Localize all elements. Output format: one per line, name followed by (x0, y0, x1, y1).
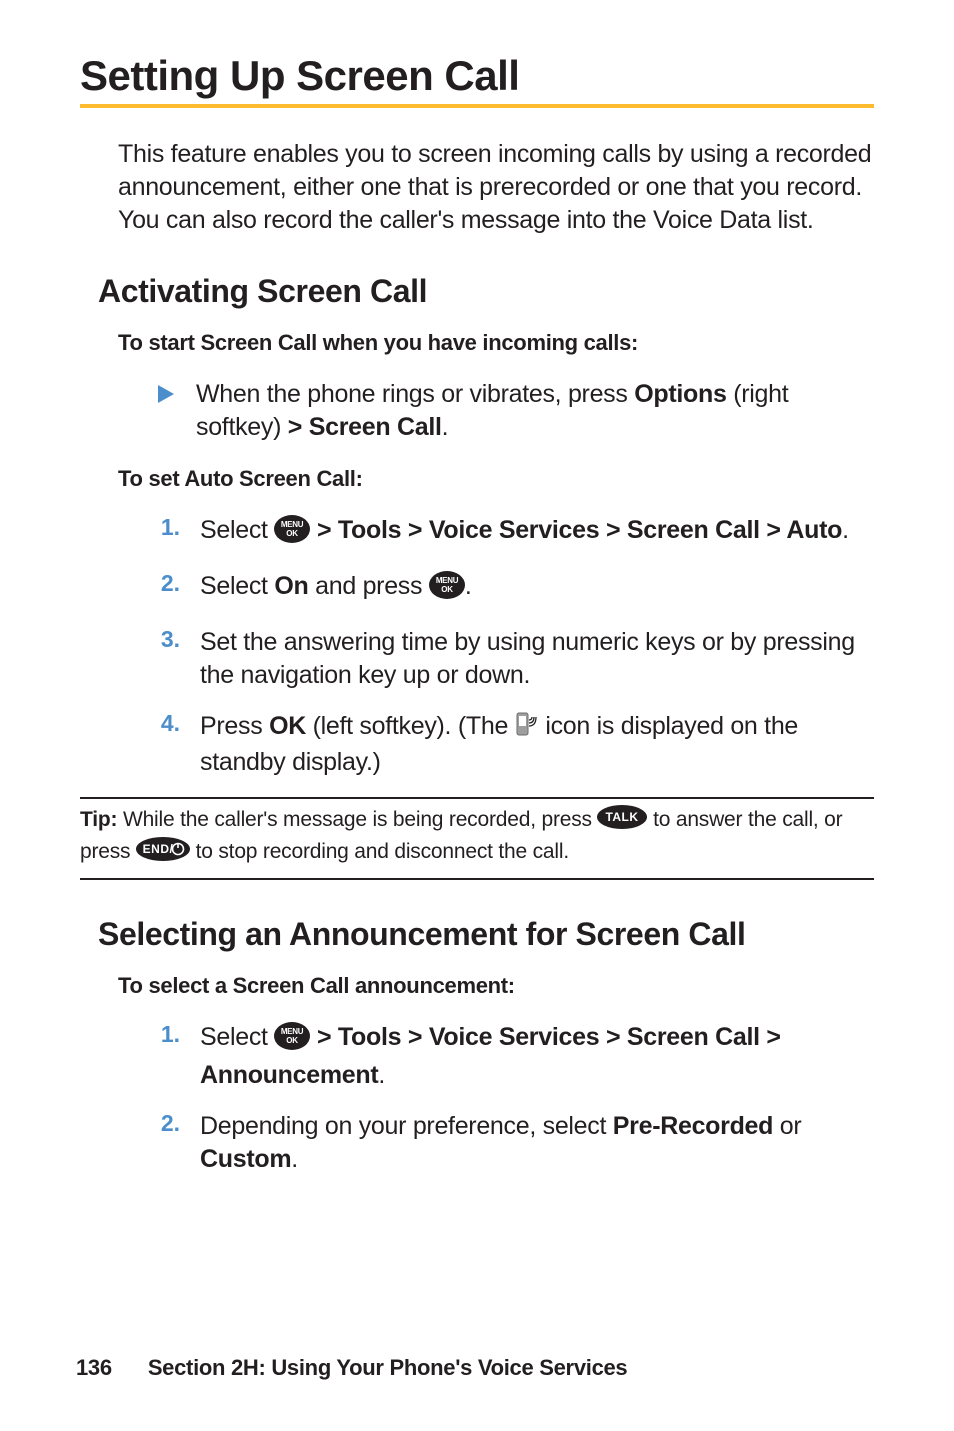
tip-block: Tip: While the caller's message is being… (80, 803, 874, 872)
text-fragment: . (842, 516, 849, 544)
step-text: Depending on your preference, select Pre… (200, 1110, 874, 1176)
step-text: Press OK (left softkey). (The icon is di… (200, 710, 874, 779)
text-fragment: Select (200, 1023, 274, 1051)
text-fragment: . (442, 413, 449, 441)
bullet-start-screen-call: When the phone rings or vibrates, press … (158, 378, 874, 444)
screen-call-icon (515, 711, 539, 746)
custom-label: Custom (200, 1145, 291, 1173)
ordered-list-auto: 1. Select > Tools > Voice Services > Scr… (80, 514, 874, 779)
page-footer: 136 Section 2H: Using Your Phone's Voice … (76, 1355, 627, 1381)
text-fragment: Select (200, 572, 274, 600)
bullet-text: When the phone rings or vibrates, press … (196, 378, 874, 444)
list-item: 1. Select > Tools > Voice Services > Scr… (156, 514, 874, 552)
text-fragment: Select (200, 516, 274, 544)
menu-ok-icon (274, 1022, 310, 1059)
step-text: Set the answering time by using numeric … (200, 626, 874, 692)
text-fragment: and press (308, 572, 428, 600)
menu-path: > Tools > Voice Services > Screen Call >… (310, 516, 842, 544)
tip-divider-bottom (80, 878, 874, 880)
list-item: 3. Set the answering time by using numer… (156, 626, 874, 692)
page-title: Setting Up Screen Call (80, 52, 874, 100)
title-underline (80, 104, 874, 108)
list-item: 2. Select On and press . (156, 570, 874, 608)
pre-recorded-label: Pre-Recorded (613, 1112, 773, 1140)
text-fragment: Press (200, 712, 269, 740)
subheading-activating: Activating Screen Call (98, 273, 874, 310)
step-number: 1. (156, 514, 180, 552)
ordered-list-select: 1. Select > Tools > Voice Services > Scr… (80, 1021, 874, 1176)
tip-text: While the caller's message is being reco… (123, 808, 598, 831)
text-fragment: When the phone rings or vibrates, press (196, 380, 634, 408)
talk-icon (597, 805, 647, 837)
text-fragment: Depending on your preference, select (200, 1112, 613, 1140)
text-fragment: . (291, 1145, 298, 1173)
text-fragment: . (465, 572, 472, 600)
tip-label: Tip: (80, 808, 123, 831)
step-text: Select > Tools > Voice Services > Screen… (200, 1021, 874, 1092)
list-item: 2. Depending on your preference, select … (156, 1110, 874, 1176)
triangle-icon (158, 378, 178, 444)
ok-label: OK (269, 712, 306, 740)
lead-auto-screen-call: To set Auto Screen Call: (118, 466, 874, 492)
menu-ok-icon (429, 571, 465, 608)
tip-divider-top (80, 797, 874, 799)
step-text: Select On and press . (200, 570, 472, 608)
section-label: Section 2H: Using Your Phone's Voice Ser… (148, 1355, 628, 1380)
list-item: 1. Select > Tools > Voice Services > Scr… (156, 1021, 874, 1092)
list-item: 4. Press OK (left softkey). (The icon is… (156, 710, 874, 779)
step-number: 4. (156, 710, 180, 779)
step-number: 2. (156, 570, 180, 608)
step-number: 2. (156, 1110, 180, 1176)
subheading-selecting: Selecting an Announcement for Screen Cal… (98, 916, 874, 953)
step-number: 1. (156, 1021, 180, 1092)
lead-select-announcement: To select a Screen Call announcement: (118, 973, 874, 999)
intro-paragraph: This feature enables you to screen incom… (118, 138, 874, 237)
text-fragment: (left softkey). (The (306, 712, 515, 740)
tip-text: to stop recording and disconnect the cal… (190, 840, 569, 863)
options-label: Options (634, 380, 726, 408)
menu-path: > Screen Call (288, 413, 442, 441)
text-fragment: . (378, 1061, 385, 1089)
text-fragment: or (773, 1112, 801, 1140)
page-number: 136 (76, 1355, 112, 1380)
step-number: 3. (156, 626, 180, 692)
end-icon (136, 837, 190, 869)
on-label: On (274, 572, 308, 600)
step-text: Select > Tools > Voice Services > Screen… (200, 514, 849, 552)
lead-start-screen-call: To start Screen Call when you have incom… (118, 330, 874, 356)
menu-ok-icon (274, 515, 310, 552)
